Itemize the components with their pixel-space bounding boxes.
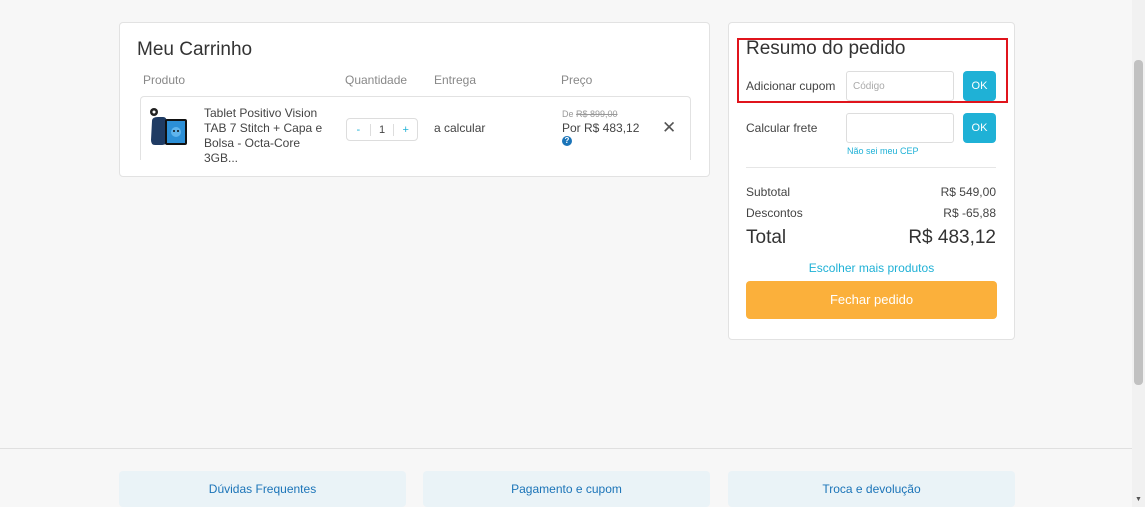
price-current: Por R$ 483,12 xyxy=(562,121,640,135)
total-row: Total R$ 483,12 xyxy=(746,227,996,249)
more-products-link[interactable]: Escolher mais produtos xyxy=(729,261,1014,275)
discount-value: R$ -65,88 xyxy=(943,206,996,220)
remove-item-icon[interactable]: ✕ xyxy=(662,118,676,138)
quantity-value[interactable]: 1 xyxy=(369,123,395,136)
coupon-input[interactable]: Código xyxy=(846,71,954,101)
quantity-decrease-button[interactable]: - xyxy=(347,124,370,136)
cart-panel: Meu Carrinho Produto Quantidade Entrega … xyxy=(119,22,710,177)
subtotal-row: Subtotal R$ 549,00 xyxy=(746,185,996,199)
checkout-button[interactable]: Fechar pedido xyxy=(746,281,997,319)
price-original-value: R$ 899,00 xyxy=(576,109,618,119)
order-summary-panel: Resumo do pedido Adicionar cupom Código … xyxy=(728,22,1015,340)
price-original: De R$ 899,00 xyxy=(562,109,618,119)
quantity-increase-button[interactable]: + xyxy=(394,124,417,136)
cart-title: Meu Carrinho xyxy=(137,39,253,60)
freight-label: Calcular frete xyxy=(746,121,818,135)
unknown-cep-link[interactable]: Não sei meu CEP xyxy=(847,146,919,156)
delivery-status: a calcular xyxy=(434,121,486,135)
scrollbar-thumb[interactable] xyxy=(1134,60,1143,385)
returns-button[interactable]: Troca e devolução xyxy=(728,471,1015,507)
price-original-prefix: De xyxy=(562,109,577,119)
freight-ok-button[interactable]: OK xyxy=(963,113,996,143)
coupon-label: Adicionar cupom xyxy=(746,79,836,93)
column-product: Produto xyxy=(143,73,186,87)
footer-divider xyxy=(0,448,1132,449)
product-image[interactable] xyxy=(149,107,189,147)
faq-button[interactable]: Dúvidas Frequentes xyxy=(119,471,406,507)
discount-label: Descontos xyxy=(746,206,803,220)
cart-item: Tablet Positivo Vision TAB 7 Stitch + Ca… xyxy=(140,96,691,165)
divider xyxy=(746,167,996,168)
coupon-ok-button[interactable]: OK xyxy=(963,71,996,101)
quantity-stepper: - 1 + xyxy=(346,118,418,141)
subtotal-label: Subtotal xyxy=(746,185,791,199)
scrollbar[interactable]: ▼ xyxy=(1132,0,1145,507)
payment-coupon-button[interactable]: Pagamento e cupom xyxy=(423,471,710,507)
subtotal-value: R$ 549,00 xyxy=(940,185,996,199)
column-delivery: Entrega xyxy=(434,73,477,87)
scroll-down-icon[interactable]: ▼ xyxy=(1135,496,1142,503)
discount-row: Descontos R$ -65,88 xyxy=(746,206,996,220)
cep-input[interactable] xyxy=(846,113,954,143)
column-price: Preço xyxy=(561,73,593,87)
total-label: Total xyxy=(746,227,787,248)
product-name-link[interactable]: Tablet Positivo Vision TAB 7 Stitch + Ca… xyxy=(204,106,334,166)
help-icon[interactable]: ? xyxy=(562,136,572,146)
column-quantity: Quantidade xyxy=(345,73,408,87)
total-value: R$ 483,12 xyxy=(908,227,996,248)
